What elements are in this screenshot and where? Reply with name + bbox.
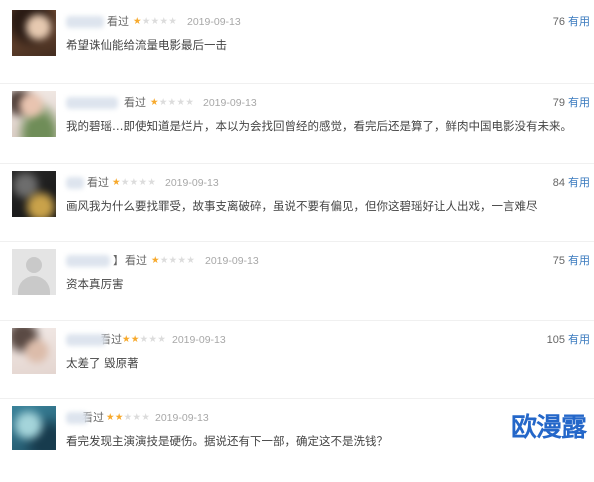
review-item: 看过 ★★★★★ 2019-09-13 84 有用 画风我为什么要找罪受，故事支离… <box>0 169 594 247</box>
useful-count: 84 <box>552 177 565 189</box>
star-empty-icon: ★ <box>141 412 151 423</box>
useful-votes: 75 有用 <box>553 254 590 268</box>
review-item: 看过 ★★★★★ 2019-09-13 看完发现主演演技是硬伤。据说还有下一部，… <box>0 404 594 482</box>
review-date: 2019-09-13 <box>203 97 257 109</box>
star-rating: ★★★★★ <box>133 15 177 29</box>
useful-count: 79 <box>552 97 565 109</box>
avatar-photo <box>12 328 56 374</box>
avatar-photo <box>12 10 56 56</box>
useful-button[interactable]: 有用 <box>568 15 590 28</box>
star-rating: ★★★★★ <box>150 96 194 110</box>
redacted-username[interactable] <box>66 16 104 28</box>
divider <box>0 83 594 84</box>
redacted-username[interactable] <box>66 177 84 189</box>
star-filled-icon: ★ <box>150 97 159 108</box>
divider <box>0 163 594 164</box>
user-avatar[interactable] <box>12 328 56 374</box>
star-empty-icon: ★ <box>148 334 158 345</box>
useful-button[interactable]: 有用 <box>568 254 590 267</box>
watched-status: 看过 <box>107 15 129 28</box>
star-empty-icon: ★ <box>186 255 196 266</box>
star-filled-icon: ★ <box>114 412 124 423</box>
useful-button[interactable]: 有用 <box>568 176 590 189</box>
review-date: 2019-09-13 <box>165 177 219 189</box>
review-date: 2019-09-13 <box>205 255 259 267</box>
divider <box>0 241 594 242</box>
user-avatar[interactable] <box>12 406 56 450</box>
star-empty-icon: ★ <box>176 97 186 108</box>
star-rating: ★★★★★ <box>106 411 150 425</box>
avatar-photo <box>12 171 56 217</box>
user-avatar[interactable] <box>12 171 56 217</box>
star-empty-icon: ★ <box>185 97 195 108</box>
useful-votes: 76 有用 <box>553 15 590 29</box>
redacted-username[interactable] <box>66 97 118 109</box>
review-comment: 画风我为什么要找罪受，故事支离破碎，虽说不要有偏见，但你这碧瑶好让人出戏，一言难… <box>66 199 538 213</box>
star-filled-icon: ★ <box>122 334 131 345</box>
useful-votes: 105 有用 <box>547 333 590 347</box>
review-date: 2019-09-13 <box>172 334 226 346</box>
avatar-head-shape <box>26 257 42 273</box>
avatar-body-shape <box>18 276 50 295</box>
star-filled-icon: ★ <box>130 334 140 345</box>
watched-status: 看过 <box>125 254 147 267</box>
redacted-username[interactable] <box>66 412 88 424</box>
user-avatar[interactable] <box>12 10 56 56</box>
useful-count: 76 <box>552 16 565 28</box>
star-filled-icon: ★ <box>133 16 142 27</box>
review-comment: 看完发现主演演技是硬伤。据说还有下一部，确定这不是洗钱？ <box>66 434 388 448</box>
star-empty-icon: ★ <box>132 412 142 423</box>
avatar-photo <box>12 406 56 450</box>
watched-status: 看过 <box>124 96 146 109</box>
review-comment: 太差了 毁原著 <box>66 356 139 370</box>
star-empty-icon: ★ <box>177 255 187 266</box>
star-rating: ★★★★★ <box>151 254 195 268</box>
useful-votes: 84 有用 <box>553 176 590 190</box>
review-date: 2019-09-13 <box>155 412 209 424</box>
star-rating: ★★★★★ <box>112 176 156 190</box>
review-item: 看过 ★★★★★ 2019-09-13 79 有用 我的碧瑶…即使知道是烂片，本以… <box>0 89 594 167</box>
review-item: 看过 ★★★★★ 2019-09-13 76 有用 希望诛仙能给流量电影最后一击 <box>0 8 594 86</box>
avatar-photo <box>12 91 56 137</box>
watched-status: 看过 <box>87 176 109 189</box>
star-empty-icon: ★ <box>168 16 178 27</box>
review-item: 看过 ★★★★★ 2019-09-13 105 有用 太差了 毁原著 <box>0 326 594 404</box>
divider <box>0 320 594 321</box>
star-empty-icon: ★ <box>120 177 130 188</box>
review-comment: 希望诛仙能给流量电影最后一击 <box>66 38 227 52</box>
review-date: 2019-09-13 <box>187 16 241 28</box>
star-empty-icon: ★ <box>159 255 169 266</box>
star-empty-icon: ★ <box>147 177 157 188</box>
user-avatar[interactable] <box>12 91 56 137</box>
useful-button[interactable]: 有用 <box>568 96 590 109</box>
useful-votes: 79 有用 <box>553 96 590 110</box>
star-empty-icon: ★ <box>141 16 151 27</box>
divider <box>0 398 594 399</box>
useful-count: 75 <box>552 255 565 267</box>
star-empty-icon: ★ <box>138 177 148 188</box>
watermark-logo: 欧漫露 <box>511 413 587 443</box>
username-fragment[interactable]: 】 <box>113 254 124 268</box>
star-rating: ★★★★★ <box>122 333 166 347</box>
star-filled-icon: ★ <box>151 255 160 266</box>
review-item: 】 看过 ★★★★★ 2019-09-13 75 有用 资本真厉害 <box>0 247 594 325</box>
star-filled-icon: ★ <box>106 412 115 423</box>
useful-count: 105 <box>546 334 565 346</box>
star-empty-icon: ★ <box>158 97 168 108</box>
default-avatar-icon[interactable] <box>12 249 56 295</box>
useful-button[interactable]: 有用 <box>568 333 590 346</box>
redacted-username[interactable] <box>66 334 106 346</box>
star-filled-icon: ★ <box>112 177 121 188</box>
review-comment: 资本真厉害 <box>66 277 124 291</box>
star-empty-icon: ★ <box>159 16 169 27</box>
review-comment: 我的碧瑶…即使知道是烂片，本以为会找回曾经的感觉，看完后还是算了，鲜肉中国电影没… <box>66 119 572 133</box>
redacted-username[interactable] <box>66 255 110 267</box>
star-empty-icon: ★ <box>157 334 167 345</box>
